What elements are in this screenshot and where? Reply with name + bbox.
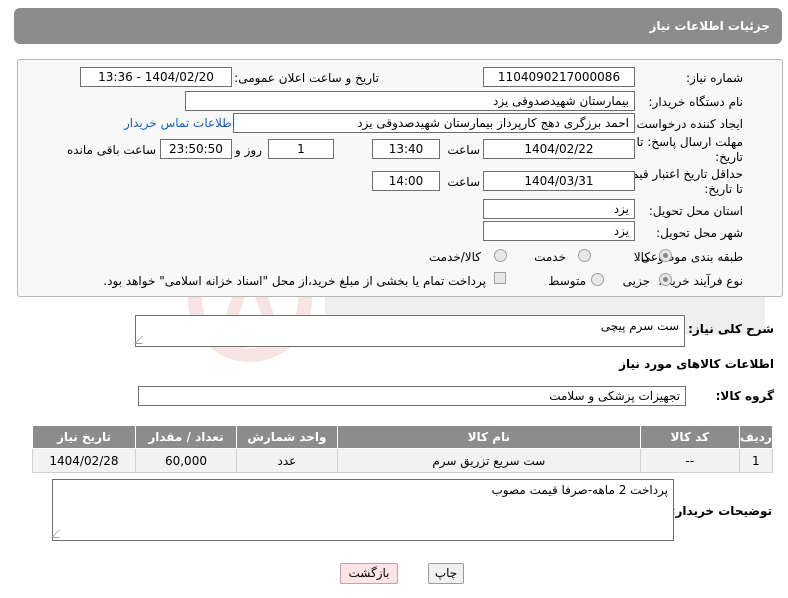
buyer-org-field[interactable]: بیمارستان شهیدصدوقی یزد [185, 91, 635, 111]
days-field[interactable]: 1 [268, 139, 334, 159]
reply-time-label: ساعت [447, 143, 480, 157]
goods-group-label: گروه کالا: [715, 389, 774, 403]
cell-qty: 60,000 [135, 448, 237, 473]
table-row[interactable]: 1 -- ست سریع تزریق سرم عدد 60,000 1404/0… [32, 448, 774, 473]
back-button[interactable]: بازگشت [340, 563, 398, 584]
category-label: طبقه بندی موضوعی: [636, 250, 743, 264]
col-name: نام کالا [336, 425, 641, 449]
remaining-time-label: ساعت باقی مانده [66, 143, 156, 157]
col-unit: واحد شمارش [235, 425, 338, 449]
buyer-contact-link[interactable]: اطلاعات تماس خریدار [124, 116, 235, 130]
category-option-goods-service: کالا/خدمت [428, 250, 481, 264]
reply-deadline-label-2: تاریخ: [715, 150, 743, 164]
price-validity-label-2: تا تاریخ: [704, 182, 743, 196]
process-option-minor: جزیی [622, 274, 650, 288]
goods-section-title: اطلاعات کالاهای مورد نیاز [619, 357, 774, 371]
creator-label: ایجاد کننده درخواست: [632, 117, 743, 131]
page-title: جزئیات اطلاعات نیاز [649, 19, 770, 33]
city-label: شهر محل تحویل: [656, 226, 743, 240]
remaining-time-field[interactable]: 23:50:50 [160, 139, 232, 159]
treasury-payment-checkbox[interactable] [494, 272, 506, 284]
goods-table: ردیف کد کالا نام کالا واحد شمارش تعداد /… [32, 425, 774, 473]
buyer-org-label: نام دستگاه خریدار: [648, 95, 744, 109]
category-radio-goods-service[interactable] [494, 249, 507, 262]
cell-unit: عدد [235, 448, 338, 473]
announce-label: تاریخ و ساعت اعلان عمومی: [234, 71, 379, 85]
cell-code: -- [639, 448, 740, 473]
cell-name: ست سریع تزریق سرم [336, 448, 641, 473]
category-radio-service[interactable] [578, 249, 591, 262]
need-number-label: شماره نیاز: [686, 71, 743, 85]
price-validity-label: حداقل تاریخ اعتبار قیمت: [616, 167, 743, 181]
treasury-payment-note: پرداخت تمام یا بخشی از مبلغ خرید،از محل … [103, 274, 486, 288]
resize-grip-icon[interactable] [134, 336, 150, 344]
page-header: جزئیات اطلاعات نیاز [14, 8, 782, 44]
province-field[interactable]: یزد [483, 199, 635, 219]
category-radio-goods[interactable] [659, 249, 672, 262]
col-row: ردیف [738, 425, 774, 449]
process-radio-medium[interactable] [591, 273, 604, 286]
province-label: استان محل تحویل: [648, 204, 743, 218]
summary-label: شرح کلی نیاز: [688, 322, 774, 336]
reply-time-field[interactable]: 13:40 [372, 139, 440, 159]
creator-field[interactable]: احمد برزگری دهج کارپرداز بیمارستان شهیدص… [233, 113, 635, 133]
days-label: روز و [235, 143, 262, 157]
col-qty: تعداد / مقدار [135, 425, 237, 449]
reply-date-field[interactable]: 1404/02/22 [483, 139, 635, 159]
process-option-medium: متوسط [548, 274, 586, 288]
category-option-goods: کالا [633, 250, 650, 264]
resize-grip-icon[interactable] [51, 530, 67, 538]
announce-datetime-field[interactable]: 1404/02/20 - 13:36 [80, 67, 232, 87]
price-time-field[interactable]: 14:00 [372, 171, 440, 191]
need-number-field[interactable]: 1104090217000086 [483, 67, 635, 87]
price-time-label: ساعت [447, 175, 480, 189]
print-button[interactable]: چاپ [428, 563, 464, 584]
buyer-notes-label: توضیحات خریدار: [670, 504, 772, 518]
process-radio-minor[interactable] [659, 273, 672, 286]
city-field[interactable]: یزد [483, 221, 635, 241]
reply-deadline-label: مهلت ارسال پاسخ: تا [636, 135, 743, 149]
summary-text: ست سرم پیچی [600, 319, 679, 333]
goods-group-field[interactable]: تجهیزات پزشکی و سلامت [138, 386, 686, 406]
summary-textarea[interactable]: ست سرم پیچی [134, 315, 685, 347]
buyer-notes-text: پرداخت 2 ماهه-صرفا قیمت مصوب [491, 483, 668, 497]
col-code: کد کالا [639, 425, 740, 449]
buyer-notes-textarea[interactable]: پرداخت 2 ماهه-صرفا قیمت مصوب [51, 479, 674, 541]
category-option-service: خدمت [534, 250, 566, 264]
col-date: تاریخ نیاز [32, 425, 136, 449]
cell-row: 1 [738, 448, 774, 473]
cell-date: 1404/02/28 [32, 448, 136, 473]
price-date-field[interactable]: 1404/03/31 [483, 171, 635, 191]
